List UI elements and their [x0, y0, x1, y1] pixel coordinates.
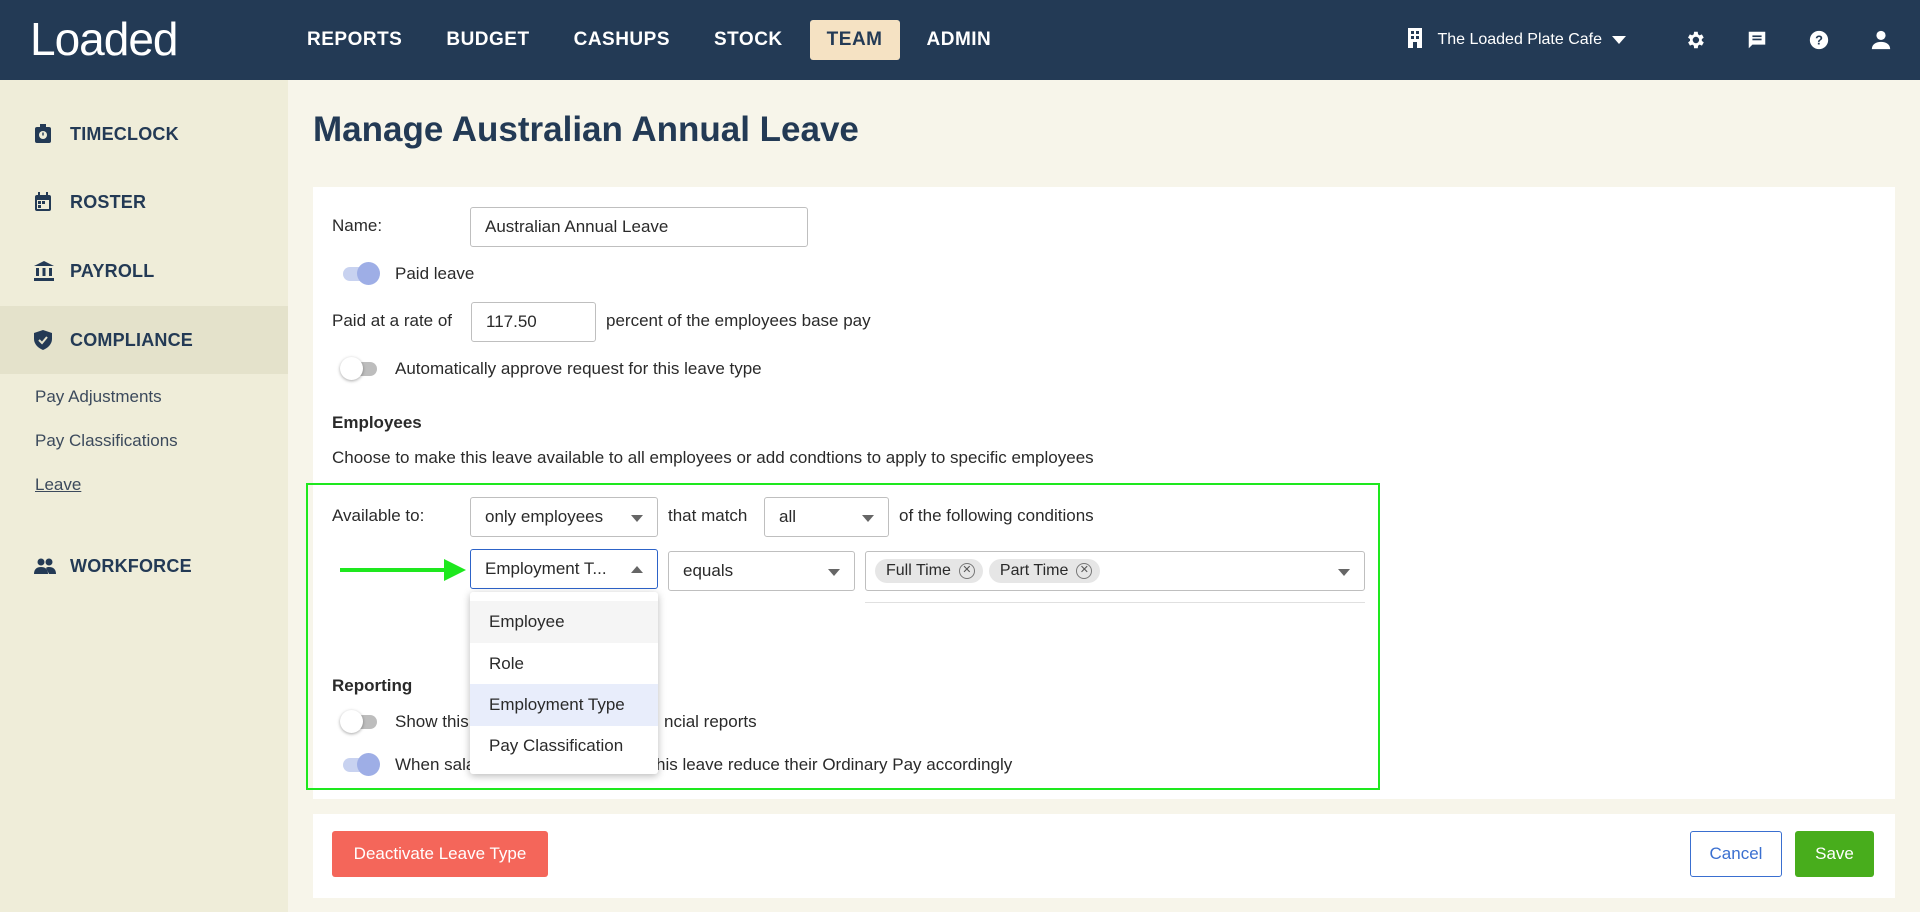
nav-cashups[interactable]: CASHUPS [557, 20, 687, 60]
top-navbar: Loaded REPORTS BUDGET CASHUPS STOCK TEAM… [0, 0, 1920, 80]
nav-reports[interactable]: REPORTS [290, 20, 419, 60]
sidebar-sub-pay-classifications[interactable]: Pay Classifications [35, 431, 178, 451]
venue-name: The Loaded Plate Cafe [1437, 31, 1602, 48]
sidebar-item-roster[interactable]: ROSTER [0, 168, 288, 236]
top-right-controls: The Loaded Plate Cafe ? [1407, 0, 1920, 80]
arrow-pointer-icon [340, 559, 466, 586]
paid-leave-label: Paid leave [395, 264, 475, 283]
chip-label: Full Time [886, 562, 951, 579]
available-to-label: Available to: [332, 506, 425, 525]
sidebar-item-label: PAYROLL [70, 260, 155, 281]
nav-budget[interactable]: BUDGET [429, 20, 546, 60]
sidebar-item-payroll[interactable]: PAYROLL [0, 237, 288, 305]
page-title: Manage Australian Annual Leave [313, 110, 859, 149]
that-match-label: that match [668, 506, 748, 525]
auto-approve-toggle[interactable] [340, 357, 377, 380]
dropdown-option-pay-classification[interactable]: Pay Classification [470, 725, 658, 767]
rate-suffix-label: percent of the employees base pay [606, 311, 871, 330]
condition-field-value: Employment T... [485, 559, 607, 578]
paid-leave-toggle[interactable] [343, 262, 380, 285]
rate-prefix-label: Paid at a rate of [332, 311, 453, 330]
show-in-reports-label-left: Show this [395, 712, 469, 731]
salaried-toggle[interactable] [343, 753, 380, 776]
value-chip: Part Time ✕ [988, 559, 1101, 583]
match-value: all [779, 507, 797, 526]
help-icon[interactable]: ? [1788, 29, 1850, 51]
chevron-down-icon [1612, 36, 1626, 44]
employees-description: Choose to make this leave available to a… [332, 448, 1094, 467]
available-to-value: only employees [485, 507, 604, 526]
condition-field-dropdown-menu: Employee Role Employment Type Pay Classi… [470, 592, 658, 774]
sidebar-item-timeclock[interactable]: TIMECLOCK [0, 100, 288, 168]
employees-heading: Employees [332, 413, 422, 432]
shield-icon [34, 330, 56, 350]
bank-icon [34, 261, 56, 281]
sidebar-sub-leave[interactable]: Leave [35, 475, 81, 495]
condition-field-select[interactable]: Employment T... [470, 549, 658, 589]
app-logo[interactable]: Loaded [30, 12, 178, 66]
dropdown-option-role[interactable]: Role [470, 643, 658, 685]
available-to-select[interactable]: only employees [470, 497, 658, 537]
building-icon [1407, 27, 1423, 53]
dropdown-option-employee[interactable]: Employee [470, 601, 658, 643]
chevron-up-icon [631, 566, 643, 573]
settings-icon[interactable] [1664, 29, 1726, 51]
nav-team[interactable]: TEAM [809, 20, 900, 60]
form-footer [313, 814, 1895, 898]
chat-icon[interactable] [1726, 29, 1788, 51]
name-label: Name: [332, 216, 383, 235]
remove-chip-icon[interactable]: ✕ [1076, 563, 1093, 579]
dropdown-option-employment-type[interactable]: Employment Type [470, 684, 658, 726]
show-in-reports-label-right: ncial reports [664, 712, 757, 731]
timeclock-icon [34, 124, 56, 144]
match-select[interactable]: all [764, 497, 889, 537]
nav-stock[interactable]: STOCK [697, 20, 800, 60]
condition-values-multiselect[interactable]: Full Time ✕ Part Time ✕ [865, 551, 1365, 591]
user-icon[interactable] [1850, 29, 1912, 51]
value-chip: Full Time ✕ [875, 559, 983, 583]
sidebar-item-label: WORKFORCE [70, 555, 192, 576]
deactivate-leave-type-button[interactable]: Deactivate Leave Type [332, 831, 548, 877]
sidebar-item-label: ROSTER [70, 191, 147, 212]
show-in-reports-toggle[interactable] [340, 710, 377, 733]
salaried-label-right: his leave reduce their Ordinary Pay acco… [656, 755, 1013, 774]
remove-chip-icon[interactable]: ✕ [958, 563, 975, 579]
chevron-down-icon [828, 569, 840, 576]
sidebar-sub-pay-adjustments[interactable]: Pay Adjustments [35, 387, 162, 407]
sidebar-item-label: TIMECLOCK [70, 123, 179, 144]
svg-text:?: ? [1815, 33, 1823, 48]
main-nav: REPORTS BUDGET CASHUPS STOCK TEAM ADMIN [290, 0, 1008, 80]
sidebar-item-label: COMPLIANCE [70, 329, 193, 350]
name-input[interactable]: Australian Annual Leave [470, 207, 808, 247]
auto-approve-label: Automatically approve request for this l… [395, 359, 762, 378]
condition-operator-value: equals [683, 561, 734, 580]
rate-input[interactable]: 117.50 [471, 302, 596, 342]
calendar-icon [34, 192, 56, 212]
save-button[interactable]: Save [1795, 831, 1874, 877]
venue-selector[interactable]: The Loaded Plate Cafe [1407, 27, 1626, 53]
chevron-down-icon [862, 515, 874, 522]
nav-admin[interactable]: ADMIN [910, 20, 1009, 60]
chevron-down-icon [631, 515, 643, 522]
cancel-button[interactable]: Cancel [1690, 831, 1782, 877]
conditions-label: of the following conditions [899, 506, 1094, 525]
salaried-label-left: When sala [395, 755, 476, 774]
sidebar-item-compliance[interactable]: COMPLIANCE [0, 306, 288, 374]
sidebar: TIMECLOCK ROSTER PAYROLL COMPLIANCE Pay … [0, 80, 288, 912]
reporting-heading: Reporting [332, 676, 413, 695]
chip-label: Part Time [999, 562, 1069, 579]
divider [865, 602, 1365, 603]
people-icon [34, 558, 56, 574]
chevron-down-icon [1338, 569, 1350, 576]
condition-operator-select[interactable]: equals [668, 551, 855, 591]
sidebar-item-workforce[interactable]: WORKFORCE [0, 532, 288, 600]
